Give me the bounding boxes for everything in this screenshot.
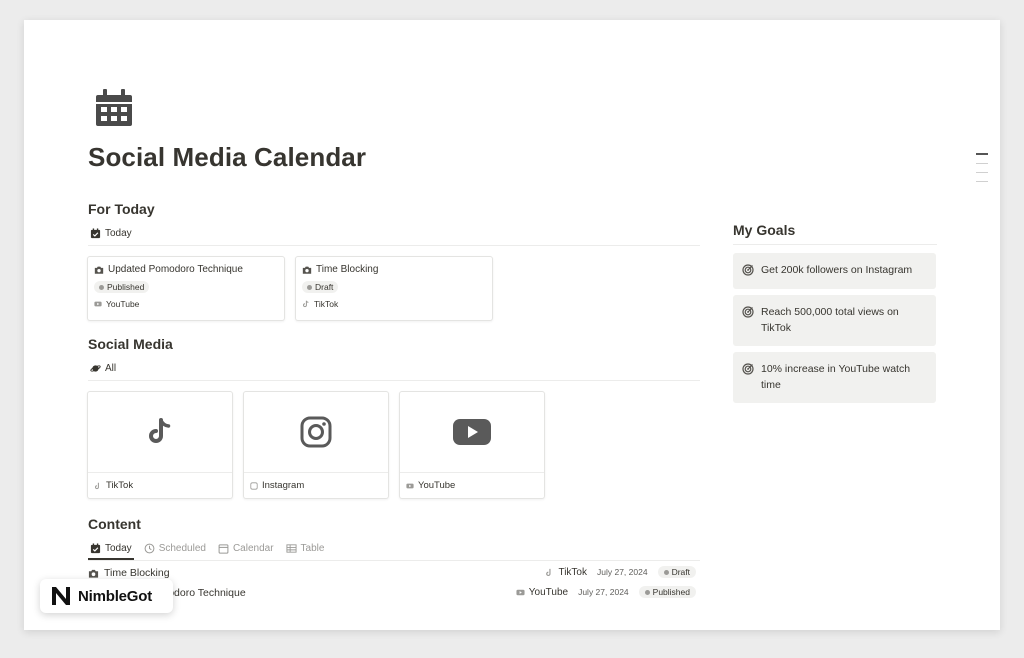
gallery-card-label: Instagram	[262, 480, 305, 491]
target-icon	[742, 363, 754, 375]
content-date: July 27, 2024	[597, 567, 648, 577]
goal-text: 10% increase in YouTube watch time	[761, 363, 911, 391]
page-title: Social Media Calendar	[88, 142, 367, 172]
tiktok-icon	[95, 482, 99, 489]
target-icon	[742, 264, 754, 276]
gallery-card-label: TikTok	[106, 480, 134, 491]
content-heading: Content	[88, 516, 141, 532]
today-card[interactable]: Updated Pomodoro Technique Published You…	[87, 256, 285, 321]
gallery-card-tiktok[interactable]: TikTok	[87, 391, 233, 499]
goals-divider	[733, 244, 937, 245]
youtube-icon	[453, 419, 491, 445]
tab-label: Today	[105, 542, 132, 554]
content-name: Time Blocking	[104, 567, 170, 579]
content-row[interactable]: Time Blocking TikTok July 27, 2024 Draft	[88, 564, 696, 584]
for-today-heading: For Today	[88, 201, 155, 217]
status-badge: Published	[94, 281, 150, 293]
youtube-icon	[406, 483, 414, 488]
youtube-icon	[94, 301, 102, 307]
planet-icon	[90, 364, 101, 372]
nimblegot-logo-icon	[52, 587, 70, 605]
calendar-icon	[218, 543, 229, 554]
tab-scheduled[interactable]: Scheduled	[142, 536, 208, 560]
tab-label: Today	[105, 227, 132, 239]
today-card[interactable]: Time Blocking Draft TikTok	[295, 256, 493, 321]
goals-heading: My Goals	[733, 222, 796, 238]
tab-label: Calendar	[232, 542, 274, 554]
camera-icon	[88, 569, 99, 578]
card-title: Time Blocking	[316, 264, 379, 275]
tab-table[interactable]: Table	[284, 536, 327, 560]
gallery-card-instagram[interactable]: Instagram	[243, 391, 389, 499]
calendar-check-icon	[90, 227, 101, 238]
status-badge: Draft	[657, 566, 696, 578]
status-badge: Published	[638, 586, 696, 598]
calendar-icon[interactable]	[94, 88, 134, 128]
tiktok-icon	[303, 300, 309, 308]
tab-label: All	[105, 362, 117, 374]
content-row[interactable]: Updated Pomodoro Technique YouTube July …	[88, 584, 696, 604]
content-platform: YouTube	[528, 586, 569, 598]
clock-icon	[144, 543, 155, 553]
content-platform: TikTok	[558, 566, 587, 578]
camera-icon	[302, 266, 312, 274]
social-media-heading: Social Media	[88, 336, 173, 352]
goal-item[interactable]: Get 200k followers on Instagram	[733, 253, 936, 289]
goal-text: Get 200k followers on Instagram	[761, 264, 913, 276]
content-view-bar: Today Scheduled Calendar Table	[88, 536, 700, 561]
goal-item[interactable]: Reach 500,000 total views on TikTok	[733, 295, 936, 346]
goal-text: Reach 500,000 total views on TikTok	[761, 306, 899, 334]
tab-label: Table	[300, 542, 325, 554]
youtube-icon	[516, 589, 525, 595]
gallery-card-label: YouTube	[418, 480, 456, 491]
calendar-check-icon	[90, 542, 101, 553]
instagram-icon	[250, 481, 258, 490]
tab-label: Scheduled	[158, 542, 206, 554]
gallery-card-youtube[interactable]: YouTube	[399, 391, 545, 499]
brand-badge: NimbleGot	[40, 579, 173, 613]
card-title: Updated Pomodoro Technique	[108, 264, 243, 275]
table-of-contents-indicator[interactable]	[976, 153, 988, 190]
tiktok-icon	[149, 418, 171, 443]
social-media-view-bar: All	[88, 356, 700, 381]
content-date: July 27, 2024	[578, 587, 629, 597]
table-icon	[286, 543, 297, 553]
tab-calendar[interactable]: Calendar	[216, 536, 276, 560]
tab-today[interactable]: Today	[88, 536, 134, 560]
instagram-icon	[300, 416, 332, 448]
status-badge: Draft	[302, 281, 339, 293]
camera-icon	[94, 266, 104, 274]
tiktok-icon	[546, 568, 552, 576]
tab-today[interactable]: Today	[88, 221, 134, 245]
goal-item[interactable]: 10% increase in YouTube watch time	[733, 352, 936, 403]
card-platform: TikTok	[314, 299, 339, 309]
for-today-view-bar: Today	[88, 221, 700, 246]
tab-all[interactable]: All	[88, 356, 118, 380]
brand-name: NimbleGot	[78, 587, 153, 605]
card-platform: YouTube	[106, 299, 140, 309]
target-icon	[742, 306, 754, 318]
page-frame: Social Media Calendar For Today Today Up…	[24, 20, 1000, 630]
